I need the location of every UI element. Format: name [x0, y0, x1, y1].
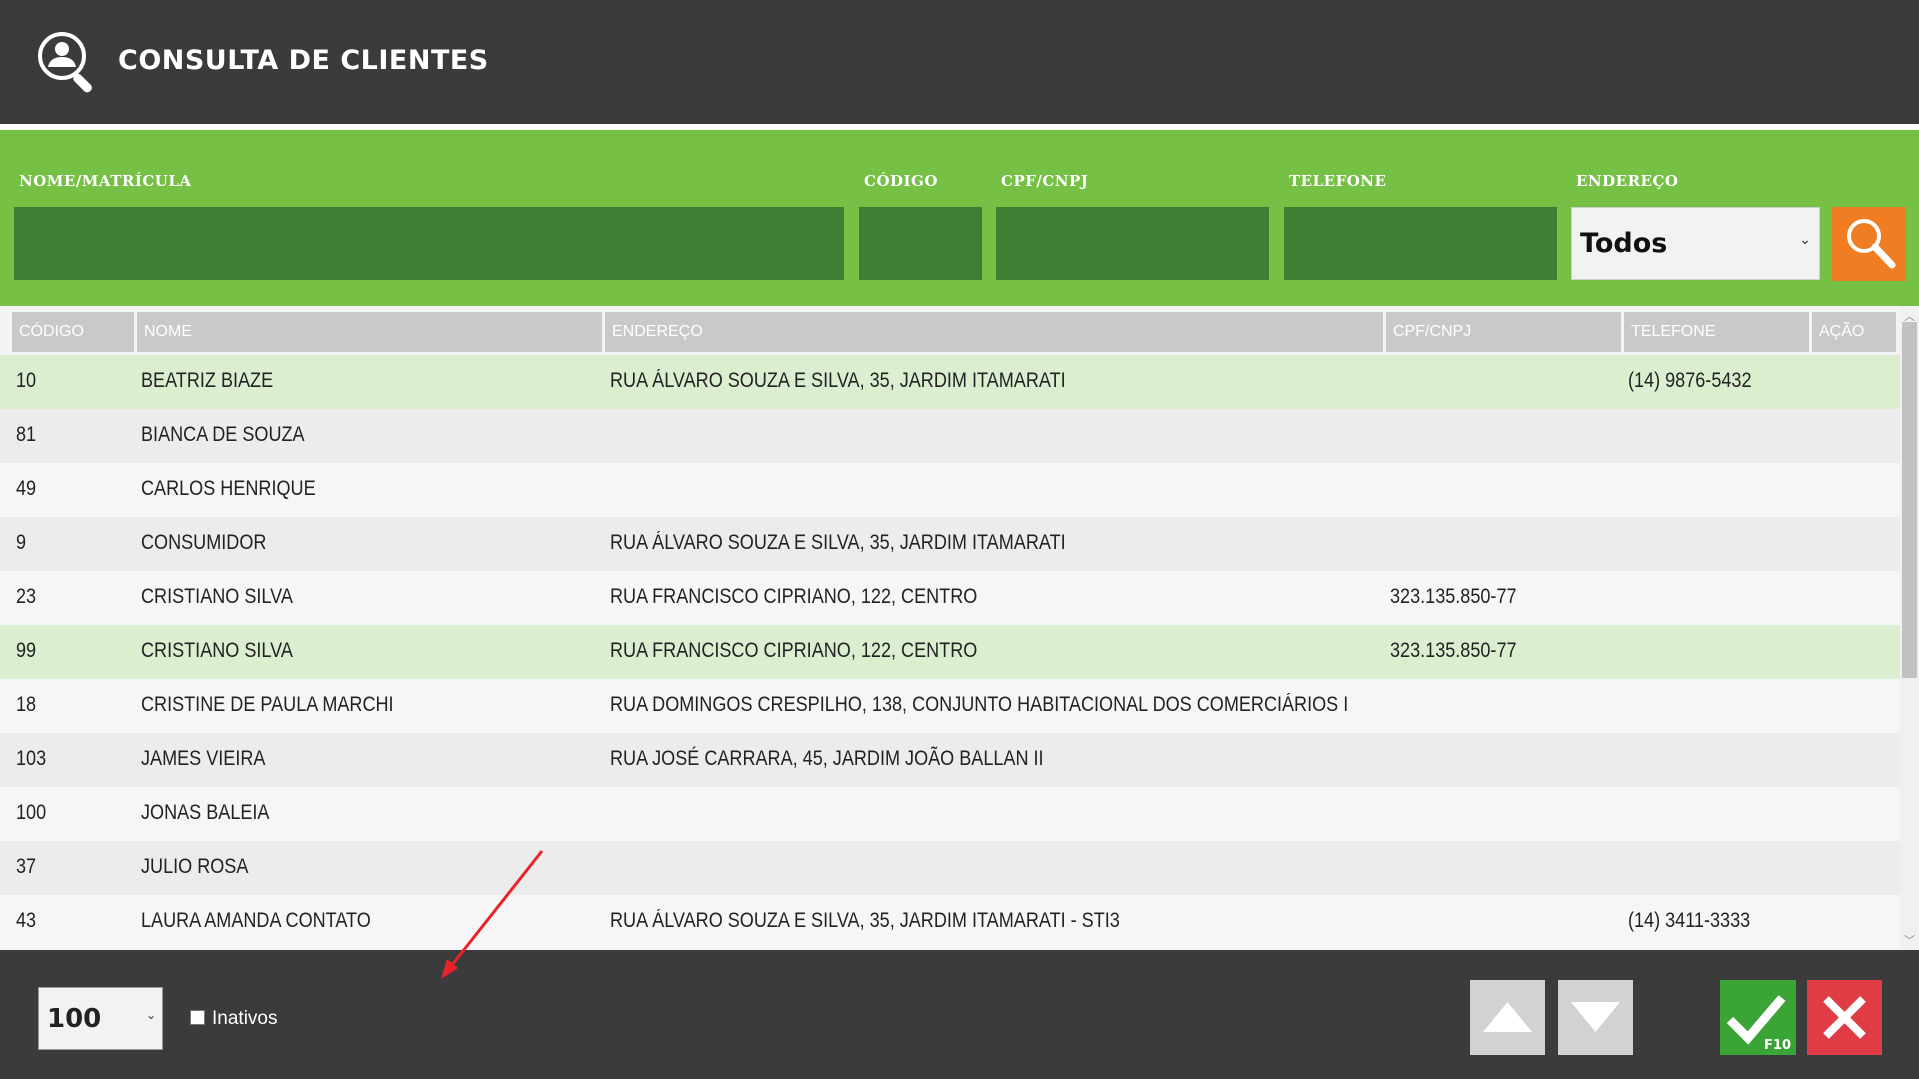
page-title: CONSULTA DE CLIENTES	[118, 45, 489, 76]
cell-endereco: RUA FRANCISCO CIPRIANO, 122, CENTRO	[610, 639, 978, 662]
cell-nome: CONSUMIDOR	[141, 531, 267, 554]
cell-endereco: RUA DOMINGOS CRESPILHO, 138, CONJUNTO HA…	[610, 693, 1349, 716]
cell-endereco: RUA JOSÉ CARRARA, 45, JARDIM JOÃO BALLAN…	[610, 747, 1044, 770]
cpf-label: CPF/CNPJ	[1001, 172, 1089, 190]
close-icon	[1823, 996, 1866, 1039]
cell-nome: CRISTINE DE PAULA MARCHI	[141, 693, 394, 716]
table-row[interactable]: 37 JULIO ROSA	[0, 841, 1900, 895]
cell-codigo: 103	[16, 747, 47, 770]
cell-codigo: 23	[16, 585, 37, 608]
arrow-up-icon	[1483, 1002, 1532, 1032]
filter-panel: NOME/MATRÍCULA CÓDIGO CPF/CNPJ TELEFONE …	[0, 130, 1919, 306]
cell-endereco: RUA ÁLVARO SOUZA E SILVA, 35, JARDIM ITA…	[610, 369, 1066, 392]
codigo-label: CÓDIGO	[864, 172, 938, 190]
col-endereco[interactable]: ENDEREÇO	[605, 312, 1383, 352]
table-row[interactable]: 49 CARLOS HENRIQUE	[0, 463, 1900, 517]
cell-nome: LAURA AMANDA CONTATO	[141, 909, 371, 932]
table-scrollbar[interactable]: ︿ ﹀	[1900, 306, 1919, 950]
cell-codigo: 81	[16, 423, 37, 446]
cpf-input[interactable]	[996, 207, 1269, 280]
page-size-value: 100	[47, 1004, 102, 1034]
chevron-down-icon: ⌄	[1799, 232, 1811, 248]
cell-nome: JULIO ROSA	[141, 855, 249, 878]
search-button[interactable]	[1832, 207, 1906, 281]
col-codigo[interactable]: CÓDIGO	[12, 312, 134, 352]
scrollbar-thumb[interactable]	[1902, 322, 1917, 678]
table-body: 10 BEATRIZ BIAZE RUA ÁLVARO SOUZA E SILVA,…	[0, 355, 1900, 949]
scroll-down-icon[interactable]: ﹀	[1904, 932, 1915, 948]
table-row[interactable]: 103 JAMES VIEIRA RUA JOSÉ CARRARA, 45, JAR…	[0, 733, 1900, 787]
cell-codigo: 100	[16, 801, 47, 824]
cell-codigo: 99	[16, 639, 37, 662]
endereco-select[interactable]: Todos ⌄	[1571, 207, 1820, 280]
cell-endereco: RUA ÁLVARO SOUZA E SILVA, 35, JARDIM ITA…	[610, 531, 1066, 554]
cell-endereco: RUA ÁLVARO SOUZA E SILVA, 35, JARDIM ITA…	[610, 909, 1120, 932]
cell-codigo: 9	[16, 531, 27, 554]
table-row[interactable]: 23 CRISTIANO SILVA RUA FRANCISCO CIPRIANO,…	[0, 571, 1900, 625]
table-header: CÓDIGO NOME ENDEREÇO CPF/CNPJ TELEFONE A…	[0, 312, 1896, 352]
confirm-shortcut: F10	[1764, 1038, 1791, 1053]
search-icon	[1847, 219, 1896, 269]
inativos-checkbox[interactable]	[190, 1010, 205, 1025]
cell-codigo: 37	[16, 855, 37, 878]
cell-telefone: (14) 3411-3333	[1628, 909, 1751, 932]
page-up-button[interactable]	[1470, 980, 1545, 1055]
cell-nome: JAMES VIEIRA	[141, 747, 266, 770]
table-row[interactable]: 81 BIANCA DE SOUZA	[0, 409, 1900, 463]
cancel-button[interactable]	[1807, 980, 1882, 1055]
telefone-input[interactable]	[1284, 207, 1557, 280]
cell-nome: JONAS BALEIA	[141, 801, 270, 824]
cell-codigo: 43	[16, 909, 37, 932]
cell-nome: CRISTIANO SILVA	[141, 639, 293, 662]
cell-nome: CRISTIANO SILVA	[141, 585, 293, 608]
cell-nome: BIANCA DE SOUZA	[141, 423, 305, 446]
cell-codigo: 10	[16, 369, 37, 392]
cell-cpf: 323.135.850-77	[1390, 585, 1517, 608]
cell-codigo: 49	[16, 477, 37, 500]
client-table: CÓDIGO NOME ENDEREÇO CPF/CNPJ TELEFONE A…	[0, 306, 1919, 950]
chevron-down-icon: ⌄	[145, 1008, 156, 1022]
col-acao[interactable]: AÇÃO	[1812, 312, 1896, 352]
table-row[interactable]: 10 BEATRIZ BIAZE RUA ÁLVARO SOUZA E SILVA,…	[0, 355, 1900, 409]
codigo-input[interactable]	[859, 207, 982, 280]
endereco-label: ENDEREÇO	[1576, 172, 1679, 190]
cell-cpf: 323.135.850-77	[1390, 639, 1517, 662]
table-row[interactable]: 99 CRISTIANO SILVA RUA FRANCISCO CIPRIANO,…	[0, 625, 1900, 679]
table-row[interactable]: 9 CONSUMIDOR RUA ÁLVARO SOUZA E SILVA, 35,…	[0, 517, 1900, 571]
telefone-label: TELEFONE	[1289, 172, 1387, 190]
arrow-down-icon	[1571, 1002, 1620, 1032]
nome-label: NOME/MATRÍCULA	[19, 172, 192, 190]
table-row[interactable]: 43 LAURA AMANDA CONTATO RUA ÁLVARO SOUZA E…	[0, 895, 1900, 949]
cell-nome: CARLOS HENRIQUE	[141, 477, 316, 500]
cell-codigo: 18	[16, 693, 37, 716]
nome-input[interactable]	[14, 207, 844, 280]
cell-nome: BEATRIZ BIAZE	[141, 369, 274, 392]
confirm-button[interactable]: F10	[1720, 980, 1796, 1055]
table-row[interactable]: 18 CRISTINE DE PAULA MARCHI RUA DOMINGOS C…	[0, 679, 1900, 733]
app-header: CONSULTA DE CLIENTES	[0, 0, 1919, 125]
table-row[interactable]: 100 JONAS BALEIA	[0, 787, 1900, 841]
footer-bar: 100 ⌄ Inativos F10	[0, 950, 1919, 1079]
cell-telefone: (14) 9876-5432	[1628, 369, 1752, 392]
inativos-label[interactable]: Inativos	[212, 1008, 277, 1030]
endereco-selected-value: Todos	[1580, 228, 1668, 259]
cell-endereco: RUA FRANCISCO CIPRIANO, 122, CENTRO	[610, 585, 978, 608]
col-cpf[interactable]: CPF/CNPJ	[1386, 312, 1621, 352]
col-telefone[interactable]: TELEFONE	[1624, 312, 1809, 352]
col-nome[interactable]: NOME	[137, 312, 602, 352]
user-search-icon	[38, 32, 92, 93]
page-size-select[interactable]: 100 ⌄	[38, 987, 163, 1050]
page-down-button[interactable]	[1558, 980, 1633, 1055]
